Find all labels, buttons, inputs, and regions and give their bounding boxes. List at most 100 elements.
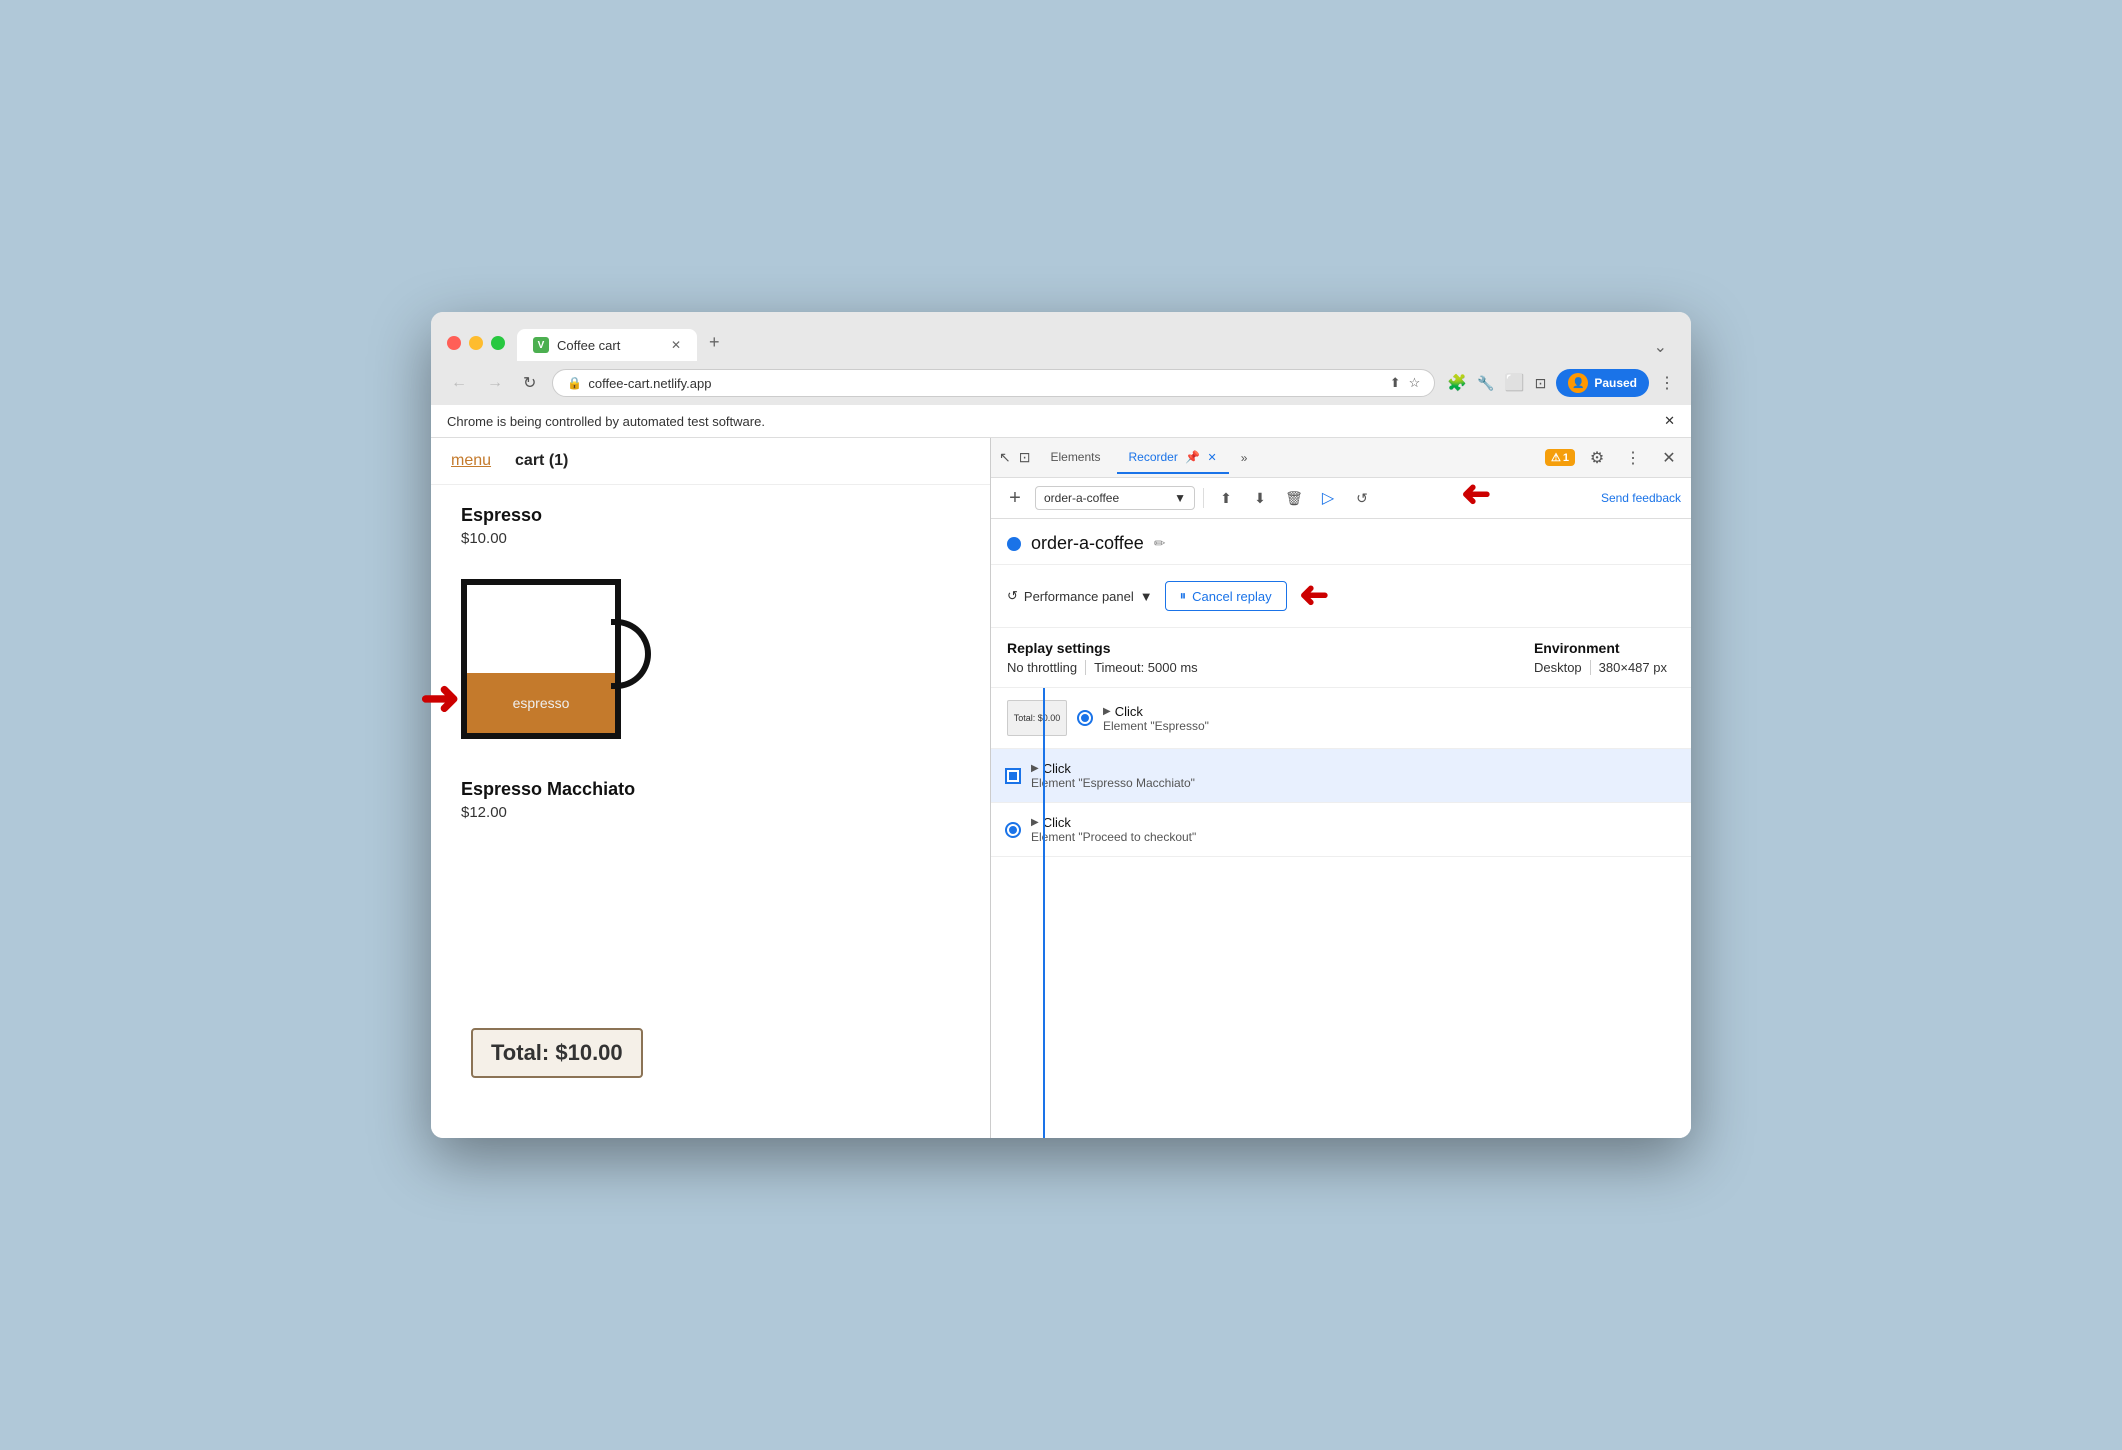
back-button[interactable]: ← xyxy=(447,372,471,394)
red-arrow-replay: ➜ xyxy=(1461,474,1491,516)
recording-header: order-a-coffee ✏ xyxy=(991,519,1691,565)
step-thumbnail-1: Total: $0.00 xyxy=(1007,700,1067,736)
paused-label: Paused xyxy=(1594,376,1637,390)
add-recording-button[interactable]: + xyxy=(1001,484,1029,512)
user-avatar: 👤 xyxy=(1568,373,1588,393)
url-actions: ⬆ ☆ xyxy=(1390,375,1421,391)
banner-close-icon[interactable]: ✕ xyxy=(1664,413,1675,429)
pause-icon: ⏸ xyxy=(1180,588,1187,604)
chrome-menu-icon[interactable]: ⋮ xyxy=(1659,373,1675,393)
step-dot-1 xyxy=(1079,712,1091,724)
replay-options-icon[interactable]: ↺ xyxy=(1348,484,1376,512)
address-bar-icons: 🧩 🔧 ⬜ ⊡ 👤 Paused ⋮ xyxy=(1447,369,1675,397)
more-tabs-icon[interactable]: » xyxy=(1233,447,1256,469)
expand-arrow-2: ▶ xyxy=(1031,763,1039,774)
active-tab[interactable]: V Coffee cart ✕ xyxy=(517,329,697,361)
controlled-banner: Chrome is being controlled by automated … xyxy=(431,405,1691,438)
delete-icon[interactable]: 🗑 xyxy=(1280,484,1308,512)
forward-button[interactable]: → xyxy=(483,372,507,394)
cup-liquid: espresso xyxy=(467,673,615,733)
coffee-cup-wrapper: espresso xyxy=(461,559,960,759)
devtools-right-icons: ⚠ 1 ⚙ ⋮ ✕ xyxy=(1545,444,1683,472)
step-detail-1: Element "Espresso" xyxy=(1103,719,1209,733)
send-feedback-link[interactable]: Send feedback xyxy=(1601,491,1681,505)
more-tabs-button[interactable]: ⌄ xyxy=(1646,333,1675,361)
step-action-2: ▶ Click xyxy=(1031,761,1195,776)
step-content-3: ▶ Click Element "Proceed to checkout" xyxy=(1031,815,1196,844)
throttling-value: No throttling xyxy=(1007,660,1086,675)
new-tab-button[interactable]: + xyxy=(697,324,732,361)
macchiato-product: Espresso Macchiato $12.00 xyxy=(461,779,960,821)
timeout-value: Timeout: 5000 ms xyxy=(1086,660,1206,675)
settings-icon[interactable]: ⚙ xyxy=(1583,444,1611,472)
browser-window: V Coffee cart ✕ + ⌄ ← → ↻ 🔒 coffee-cart.… xyxy=(431,312,1691,1138)
url-bar[interactable]: 🔒 coffee-cart.netlify.app ⬆ ☆ xyxy=(552,369,1435,397)
toolbar-separator xyxy=(1203,488,1204,508)
devtools-panel: ↖ ⊡ Elements Recorder 📌 ✕ » ⚠ 1 ⚙ xyxy=(991,438,1691,1138)
share-icon[interactable]: ⬆ xyxy=(1390,375,1401,391)
devtools-close-icon[interactable]: ✕ xyxy=(1655,444,1683,472)
desktop-value: Desktop xyxy=(1534,660,1591,675)
devtools-icon[interactable]: 🔧 xyxy=(1477,375,1494,392)
cup-handle xyxy=(611,619,651,689)
environment-title: Environment xyxy=(1534,640,1675,656)
resolution-value: 380×487 px xyxy=(1591,660,1675,675)
export-icon[interactable]: ⬆ xyxy=(1212,484,1240,512)
warning-badge[interactable]: ⚠ 1 xyxy=(1545,449,1575,466)
cart-link[interactable]: cart (1) xyxy=(515,452,568,470)
espresso-product: Espresso $10.00 espresso xyxy=(461,505,960,759)
split-icon2[interactable]: ⊡ xyxy=(1535,375,1547,392)
paused-badge[interactable]: 👤 Paused xyxy=(1556,369,1649,397)
expand-arrow-1: ▶ xyxy=(1103,706,1111,717)
import-icon[interactable]: ⬇ xyxy=(1246,484,1274,512)
maximize-button[interactable] xyxy=(491,336,505,350)
performance-panel-button[interactable]: ↺ Performance panel ▼ xyxy=(1007,588,1153,604)
replay-icon[interactable]: ▷ xyxy=(1314,484,1342,512)
tab-recorder[interactable]: Recorder 📌 ✕ xyxy=(1117,442,1229,474)
tab-close-button[interactable]: ✕ xyxy=(671,338,681,352)
minimize-button[interactable] xyxy=(469,336,483,350)
bookmark-icon[interactable]: ☆ xyxy=(1409,375,1421,391)
title-bar: V Coffee cart ✕ + ⌄ xyxy=(431,312,1691,361)
macchiato-price: $12.00 xyxy=(461,804,960,821)
step-dot-2 xyxy=(1007,770,1019,782)
replay-settings-title: Replay settings xyxy=(1007,640,1206,656)
replay-settings-values: No throttling Timeout: 5000 ms xyxy=(1007,660,1206,675)
step-detail-2: Element "Espresso Macchiato" xyxy=(1031,776,1195,790)
step-content-2: ▶ Click Element "Espresso Macchiato" xyxy=(1031,761,1195,790)
recording-select[interactable]: order-a-coffee ▼ xyxy=(1035,486,1195,510)
espresso-price: $10.00 xyxy=(461,530,960,547)
environment-values: Desktop 380×487 px xyxy=(1534,660,1675,675)
refresh-button[interactable]: ↻ xyxy=(519,371,540,395)
cursor-icon[interactable]: ↖ xyxy=(999,449,1011,466)
address-bar: ← → ↻ 🔒 coffee-cart.netlify.app ⬆ ☆ 🧩 🔧 … xyxy=(431,361,1691,405)
tabs-area: V Coffee cart ✕ + ⌄ xyxy=(517,324,1675,361)
traffic-lights xyxy=(447,336,505,350)
step-item-espresso[interactable]: Total: $0.00 ▶ Click Element "Espresso" xyxy=(991,688,1691,749)
inspect-icon[interactable]: ⊡ xyxy=(1015,449,1035,466)
url-text: coffee-cart.netlify.app xyxy=(588,376,1383,391)
recording-name: order-a-coffee xyxy=(1044,491,1119,505)
environment-settings: Environment Desktop 380×487 px xyxy=(1534,640,1675,675)
step-item-macchiato[interactable]: ▶ Click Element "Espresso Macchiato" xyxy=(991,749,1691,803)
more-options-icon[interactable]: ⋮ xyxy=(1619,444,1647,472)
espresso-name: Espresso xyxy=(461,505,960,526)
step-action-1: ▶ Click xyxy=(1103,704,1209,719)
cancel-replay-button[interactable]: ⏸ Cancel replay xyxy=(1165,581,1287,611)
recording-title: order-a-coffee xyxy=(1031,533,1144,554)
split-screen-icon[interactable]: ⬜ xyxy=(1505,373,1525,393)
step-item-checkout[interactable]: ▶ Click Element "Proceed to checkout" xyxy=(991,803,1691,857)
tab-favicon: V xyxy=(533,337,549,353)
extensions-icon[interactable]: 🧩 xyxy=(1447,373,1467,393)
edit-title-icon[interactable]: ✏ xyxy=(1154,535,1166,552)
menu-link[interactable]: menu xyxy=(451,452,491,470)
cup-body: espresso xyxy=(461,579,621,739)
tab-elements[interactable]: Elements xyxy=(1038,442,1112,474)
banner-text: Chrome is being controlled by automated … xyxy=(447,414,765,429)
close-button[interactable] xyxy=(447,336,461,350)
cancel-replay-wrapper: ⏸ Cancel replay ➜ xyxy=(1165,575,1329,617)
red-arrow-cancel: ➜ xyxy=(1299,575,1329,617)
timeline-line xyxy=(1043,688,1045,1138)
steps-area: Total: $0.00 ▶ Click Element "Espresso" xyxy=(991,688,1691,1138)
recorder-toolbar: + order-a-coffee ▼ ⬆ ⬇ 🗑 ▷ ↺ ➜ Send feed… xyxy=(991,478,1691,519)
